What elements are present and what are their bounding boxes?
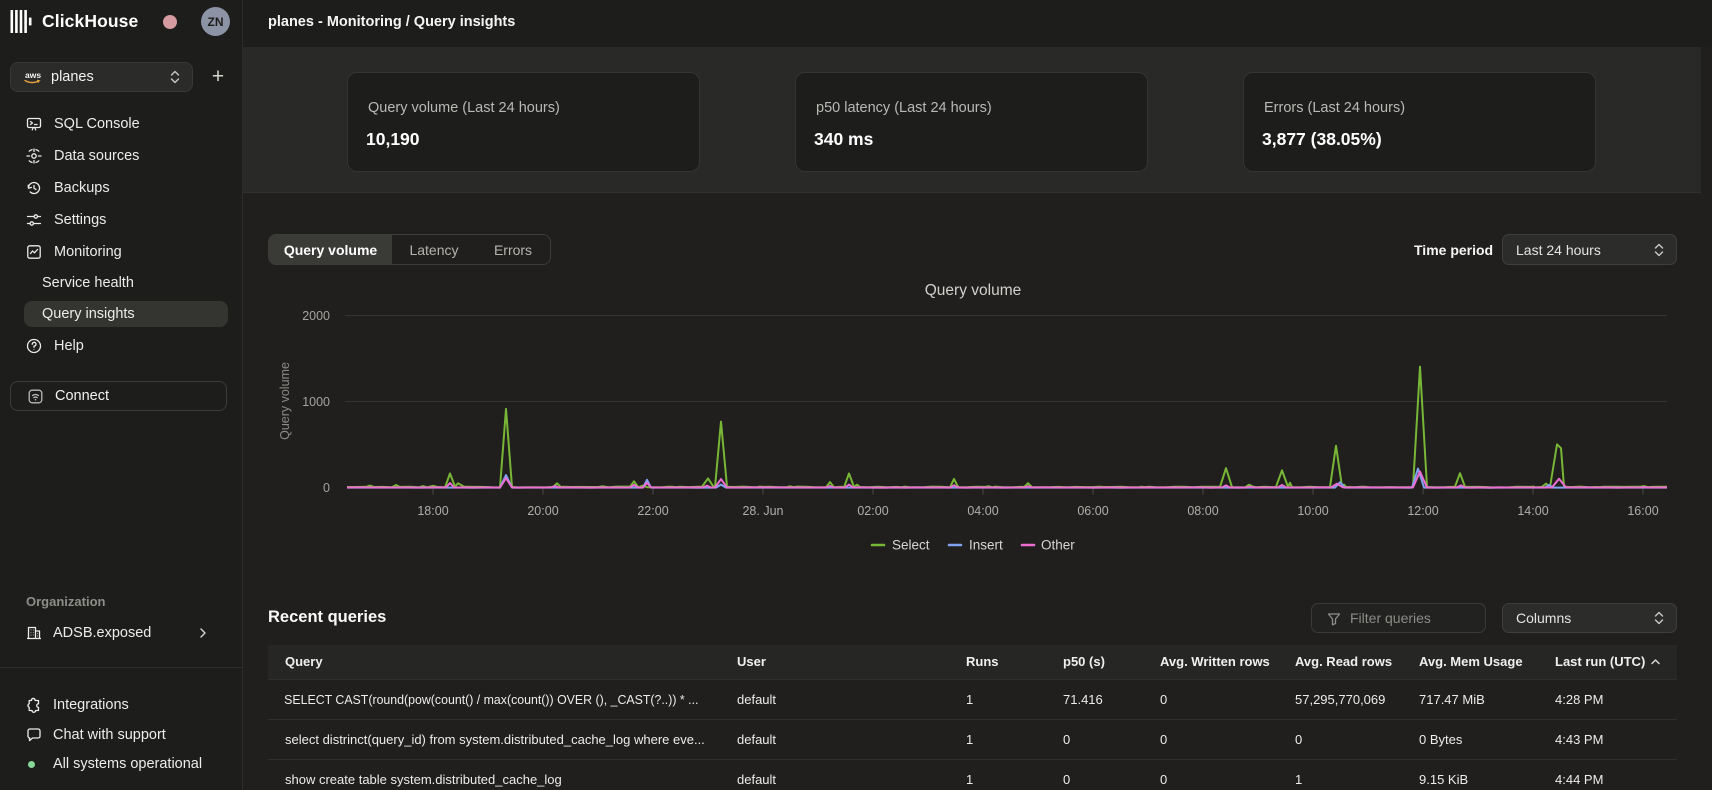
svg-text:Insert: Insert <box>969 538 1003 553</box>
svg-text:Query volume: Query volume <box>925 282 1021 299</box>
svg-text:02:00: 02:00 <box>857 504 888 518</box>
svg-text:14:00: 14:00 <box>1517 504 1548 518</box>
svg-text:18:00: 18:00 <box>417 504 448 518</box>
svg-text:0: 0 <box>323 481 330 495</box>
svg-text:12:00: 12:00 <box>1407 504 1438 518</box>
svg-text:08:00: 08:00 <box>1187 504 1218 518</box>
svg-text:1000: 1000 <box>302 395 330 409</box>
svg-text:10:00: 10:00 <box>1297 504 1328 518</box>
svg-text:28. Jun: 28. Jun <box>742 504 783 518</box>
svg-text:Query volume: Query volume <box>278 362 292 440</box>
svg-text:22:00: 22:00 <box>637 504 668 518</box>
svg-text:aws: aws <box>25 70 41 80</box>
svg-text:16:00: 16:00 <box>1627 504 1658 518</box>
svg-text:04:00: 04:00 <box>967 504 998 518</box>
svg-text:20:00: 20:00 <box>527 504 558 518</box>
svg-text:2000: 2000 <box>302 309 330 323</box>
svg-text:Other: Other <box>1041 538 1075 553</box>
svg-text:Select: Select <box>892 538 930 553</box>
svg-text:06:00: 06:00 <box>1077 504 1108 518</box>
